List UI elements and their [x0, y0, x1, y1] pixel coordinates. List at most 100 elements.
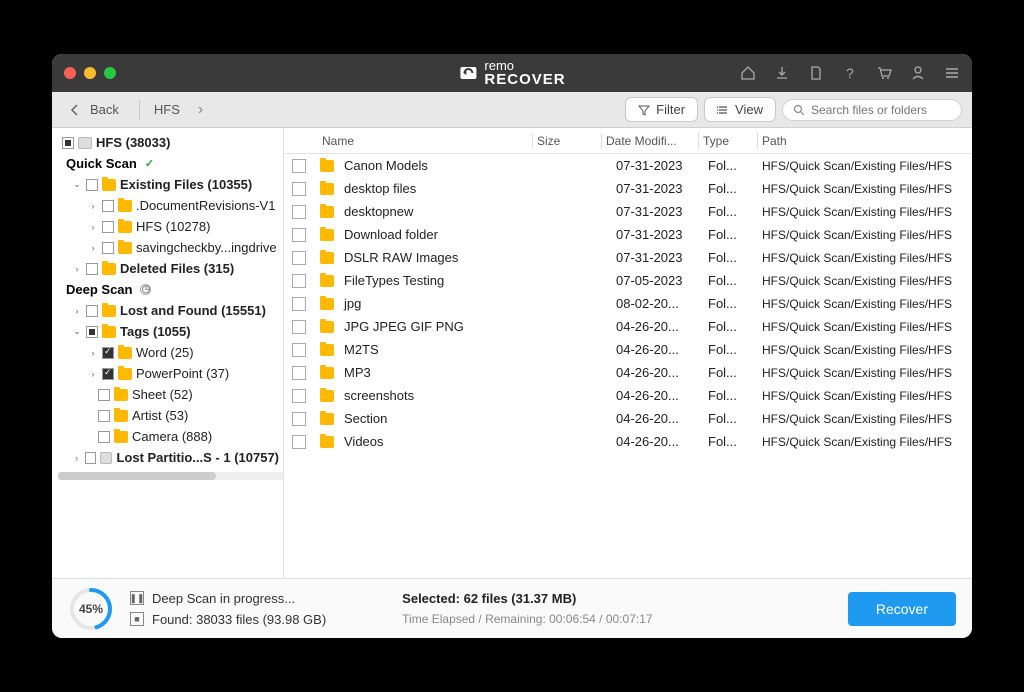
- found-text: Found: 38033 files (93.98 GB): [152, 612, 326, 627]
- filter-button[interactable]: Filter: [625, 97, 698, 122]
- table-row[interactable]: Videos 04-26-20... Fol... HFS/Quick Scan…: [284, 430, 972, 453]
- breadcrumb[interactable]: HFS: [154, 102, 180, 117]
- checkbox[interactable]: [102, 347, 114, 359]
- deep-scan-section[interactable]: Deep Scan ◷: [58, 279, 283, 300]
- search-box[interactable]: [782, 99, 962, 121]
- sidebar-lost-partition[interactable]: › Lost Partitio...S - 1 (10757): [58, 447, 283, 468]
- col-type[interactable]: Type: [703, 134, 753, 148]
- sidebar-lost-found[interactable]: › Lost and Found (15551): [58, 300, 283, 321]
- col-path[interactable]: Path: [762, 134, 972, 148]
- sidebar-tags[interactable]: ⌄ Tags (1055): [58, 321, 283, 342]
- col-size[interactable]: Size: [537, 134, 597, 148]
- checkbox[interactable]: [85, 452, 96, 464]
- col-name[interactable]: Name: [322, 134, 528, 148]
- checkbox[interactable]: [98, 410, 110, 422]
- view-label: View: [735, 102, 763, 117]
- table-row[interactable]: M2TS 04-26-20... Fol... HFS/Quick Scan/E…: [284, 338, 972, 361]
- checkbox[interactable]: [102, 200, 114, 212]
- expand-toggle[interactable]: ›: [72, 306, 82, 316]
- table-row[interactable]: desktop files 07-31-2023 Fol... HFS/Quic…: [284, 177, 972, 200]
- checkbox[interactable]: [102, 368, 114, 380]
- user-icon[interactable]: [910, 65, 926, 81]
- checkbox[interactable]: [86, 305, 98, 317]
- expand-toggle[interactable]: ⌄: [72, 179, 82, 190]
- quick-scan-section[interactable]: Quick Scan ✓: [58, 153, 283, 174]
- table-row[interactable]: desktopnew 07-31-2023 Fol... HFS/Quick S…: [284, 200, 972, 223]
- table-row[interactable]: Section 04-26-20... Fol... HFS/Quick Sca…: [284, 407, 972, 430]
- stop-button[interactable]: ■: [130, 612, 144, 626]
- home-icon[interactable]: [740, 65, 756, 81]
- expand-toggle[interactable]: ›: [88, 222, 98, 232]
- file-name: M2TS: [344, 342, 556, 357]
- expand-toggle[interactable]: ›: [88, 201, 98, 211]
- checkbox[interactable]: [292, 182, 306, 196]
- label: Lost and Found (15551): [120, 303, 266, 318]
- maximize-button[interactable]: [104, 67, 116, 79]
- checkbox[interactable]: [292, 159, 306, 173]
- folder-icon: [118, 347, 132, 359]
- checkbox[interactable]: [292, 274, 306, 288]
- expand-toggle[interactable]: ›: [88, 369, 98, 379]
- checkbox[interactable]: [98, 389, 110, 401]
- sidebar-artist[interactable]: Artist (53): [58, 405, 283, 426]
- sidebar-powerpoint[interactable]: › PowerPoint (37): [58, 363, 283, 384]
- checkbox[interactable]: [102, 221, 114, 233]
- checkbox[interactable]: [98, 431, 110, 443]
- checkbox[interactable]: [102, 242, 114, 254]
- expand-toggle[interactable]: ›: [88, 243, 98, 253]
- expand-toggle[interactable]: ›: [88, 348, 98, 358]
- checkbox[interactable]: [62, 137, 74, 149]
- sidebar-deleted-files[interactable]: › Deleted Files (315): [58, 258, 283, 279]
- sidebar-hfs[interactable]: › HFS (10278): [58, 216, 283, 237]
- checkbox[interactable]: [292, 343, 306, 357]
- file-name: desktop files: [344, 181, 556, 196]
- expand-toggle[interactable]: ›: [72, 453, 81, 463]
- sidebar-saving[interactable]: › savingcheckby...ingdrive: [58, 237, 283, 258]
- table-row[interactable]: jpg 08-02-20... Fol... HFS/Quick Scan/Ex…: [284, 292, 972, 315]
- checkbox[interactable]: [292, 320, 306, 334]
- checkbox[interactable]: [292, 412, 306, 426]
- table-row[interactable]: Canon Models 07-31-2023 Fol... HFS/Quick…: [284, 154, 972, 177]
- table-row[interactable]: Download folder 07-31-2023 Fol... HFS/Qu…: [284, 223, 972, 246]
- sidebar-root[interactable]: HFS (38033): [58, 132, 283, 153]
- sidebar-existing-files[interactable]: ⌄ Existing Files (10355): [58, 174, 283, 195]
- col-date[interactable]: Date Modifi...: [606, 134, 694, 148]
- checkbox[interactable]: [292, 389, 306, 403]
- minimize-button[interactable]: [84, 67, 96, 79]
- sidebar: HFS (38033) Quick Scan ✓ ⌄ Existing File…: [52, 128, 284, 578]
- checkbox[interactable]: [292, 205, 306, 219]
- pause-button[interactable]: ❚❚: [130, 591, 144, 605]
- checkbox[interactable]: [86, 179, 98, 191]
- download-icon[interactable]: [774, 65, 790, 81]
- checkbox[interactable]: [86, 263, 98, 275]
- checkbox[interactable]: [292, 297, 306, 311]
- table-row[interactable]: FileTypes Testing 07-05-2023 Fol... HFS/…: [284, 269, 972, 292]
- recover-button[interactable]: Recover: [848, 592, 956, 626]
- label: Tags (1055): [120, 324, 191, 339]
- view-button[interactable]: View: [704, 97, 776, 122]
- sidebar-docrev[interactable]: › .DocumentRevisions-V1: [58, 195, 283, 216]
- checkbox[interactable]: [292, 251, 306, 265]
- table-row[interactable]: MP3 04-26-20... Fol... HFS/Quick Scan/Ex…: [284, 361, 972, 384]
- search-input[interactable]: [811, 103, 951, 117]
- expand-toggle[interactable]: ⌄: [72, 326, 82, 337]
- cart-icon[interactable]: [876, 65, 892, 81]
- checkbox[interactable]: [292, 228, 306, 242]
- close-button[interactable]: [64, 67, 76, 79]
- horizontal-scrollbar[interactable]: [58, 472, 283, 480]
- document-icon[interactable]: [808, 65, 824, 81]
- root-label: HFS (38033): [96, 135, 170, 150]
- help-icon[interactable]: ?: [842, 65, 858, 81]
- checkbox[interactable]: [86, 326, 98, 338]
- sidebar-sheet[interactable]: Sheet (52): [58, 384, 283, 405]
- table-row[interactable]: screenshots 04-26-20... Fol... HFS/Quick…: [284, 384, 972, 407]
- sidebar-camera[interactable]: Camera (888): [58, 426, 283, 447]
- checkbox[interactable]: [292, 366, 306, 380]
- menu-icon[interactable]: [944, 65, 960, 81]
- sidebar-word[interactable]: › Word (25): [58, 342, 283, 363]
- checkbox[interactable]: [292, 435, 306, 449]
- back-button[interactable]: Back: [62, 100, 125, 119]
- table-row[interactable]: JPG JPEG GIF PNG 04-26-20... Fol... HFS/…: [284, 315, 972, 338]
- expand-toggle[interactable]: ›: [72, 264, 82, 274]
- table-row[interactable]: DSLR RAW Images 07-31-2023 Fol... HFS/Qu…: [284, 246, 972, 269]
